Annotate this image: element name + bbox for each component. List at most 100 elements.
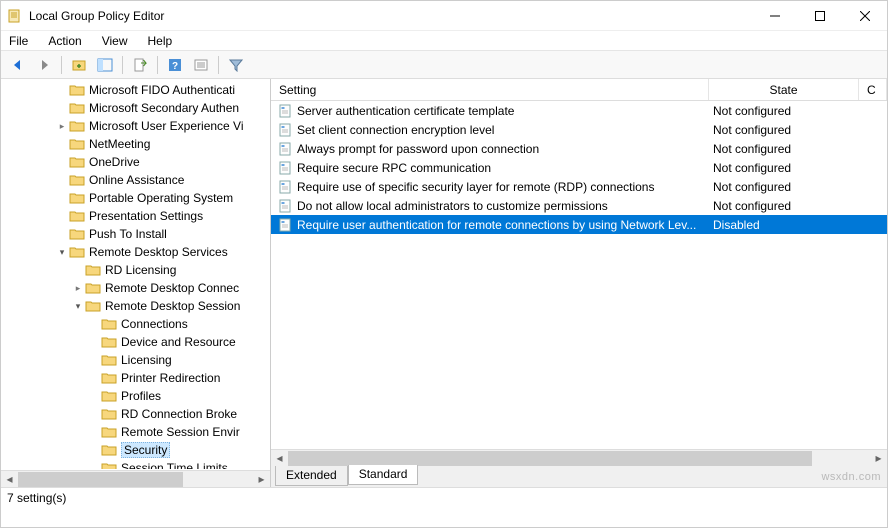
tree-item-label: Push To Install — [89, 227, 167, 241]
close-button[interactable] — [842, 1, 887, 31]
maximize-button[interactable] — [797, 1, 842, 31]
status-text: 7 setting(s) — [7, 491, 66, 505]
setting-name: Require use of specific security layer f… — [297, 180, 654, 194]
folder-icon — [101, 335, 117, 349]
tree-item[interactable]: Session Time Limits — [1, 459, 270, 469]
scroll-right-icon[interactable]: ▸ — [870, 451, 887, 466]
menu-file[interactable]: File — [7, 32, 30, 50]
folder-icon — [101, 353, 117, 367]
tab-standard[interactable]: Standard — [348, 465, 419, 485]
scrollbar-thumb[interactable] — [288, 451, 812, 466]
tree-item-label: OneDrive — [89, 155, 140, 169]
forward-button[interactable] — [33, 54, 55, 76]
tab-extended[interactable]: Extended — [275, 466, 348, 486]
settings-row[interactable]: Require user authentication for remote c… — [271, 215, 887, 234]
tree-item[interactable]: Push To Install — [1, 225, 270, 243]
tree-item[interactable]: Device and Resource — [1, 333, 270, 351]
tree-item-label: Profiles — [121, 389, 161, 403]
tree-caret-icon[interactable]: ▸ — [55, 121, 69, 132]
tree-caret-icon[interactable]: ▾ — [71, 301, 85, 312]
tree-item[interactable]: Online Assistance — [1, 171, 270, 189]
policy-icon — [279, 161, 293, 175]
properties-button[interactable] — [190, 54, 212, 76]
tree-item-label: Remote Desktop Services — [89, 245, 228, 259]
tree-item-label: NetMeeting — [89, 137, 150, 151]
back-button[interactable] — [7, 54, 29, 76]
show-hide-tree-button[interactable] — [94, 54, 116, 76]
export-button[interactable] — [129, 54, 151, 76]
settings-pane: Setting State C Server authentication ce… — [271, 79, 887, 487]
app-icon — [7, 8, 23, 24]
tree-scrollbar-horizontal[interactable]: ◂ ▸ — [1, 470, 270, 487]
tree-caret-icon[interactable]: ▸ — [71, 283, 85, 294]
policy-icon — [279, 142, 293, 156]
minimize-button[interactable] — [752, 1, 797, 31]
menu-action[interactable]: Action — [46, 32, 83, 50]
tree-item[interactable]: RD Licensing — [1, 261, 270, 279]
tree-item[interactable]: Microsoft FIDO Authenticati — [1, 81, 270, 99]
settings-row[interactable]: Do not allow local administrators to cus… — [271, 196, 887, 215]
tree-item-label: Printer Redirection — [121, 371, 220, 385]
folder-icon — [101, 317, 117, 331]
tree-item[interactable]: ▾ Remote Desktop Services — [1, 243, 270, 261]
tree-item[interactable]: ▾Remote Desktop Session — [1, 297, 270, 315]
settings-row[interactable]: Server authentication certificate templa… — [271, 101, 887, 120]
scrollbar-thumb[interactable] — [18, 472, 183, 487]
scroll-left-icon[interactable]: ◂ — [1, 472, 18, 487]
scroll-left-icon[interactable]: ◂ — [271, 451, 288, 466]
svg-text:?: ? — [172, 61, 178, 72]
tree-item[interactable]: OneDrive — [1, 153, 270, 171]
menu-view[interactable]: View — [100, 32, 130, 50]
tree-item[interactable]: Profiles — [1, 387, 270, 405]
filter-button[interactable] — [225, 54, 247, 76]
status-bar: 7 setting(s) — [1, 487, 887, 507]
help-button[interactable]: ? — [164, 54, 186, 76]
folder-icon — [101, 407, 117, 421]
navigation-tree[interactable]: Microsoft FIDO AuthenticatiMicrosoft Sec… — [1, 79, 270, 469]
tree-item[interactable]: ▸Remote Desktop Connec — [1, 279, 270, 297]
tree-item[interactable]: RD Connection Broke — [1, 405, 270, 423]
tree-item[interactable]: Microsoft Secondary Authen — [1, 99, 270, 117]
settings-row[interactable]: Require use of specific security layer f… — [271, 177, 887, 196]
toolbar-separator — [157, 56, 158, 74]
column-state[interactable]: State — [709, 79, 859, 100]
setting-name: Require user authentication for remote c… — [297, 218, 696, 232]
tree-item-label: RD Connection Broke — [121, 407, 237, 421]
tree-item[interactable]: Connections — [1, 315, 270, 333]
settings-list[interactable]: Server authentication certificate templa… — [271, 101, 887, 449]
tree-item[interactable]: Licensing — [1, 351, 270, 369]
tree-pane: Microsoft FIDO AuthenticatiMicrosoft Sec… — [1, 79, 271, 487]
tree-item-label: Remote Session Envir — [121, 425, 240, 439]
tree-caret-icon[interactable]: ▾ — [55, 247, 69, 258]
policy-icon — [279, 218, 293, 232]
policy-icon — [279, 180, 293, 194]
policy-icon — [279, 104, 293, 118]
list-header: Setting State C — [271, 79, 887, 101]
settings-row[interactable]: Require secure RPC communicationNot conf… — [271, 158, 887, 177]
column-setting[interactable]: Setting — [271, 79, 709, 100]
menu-help[interactable]: Help — [146, 32, 175, 50]
folder-icon — [69, 227, 85, 241]
column-comment[interactable]: C — [859, 79, 887, 100]
tree-item[interactable]: ▸Microsoft User Experience Vi — [1, 117, 270, 135]
tree-item[interactable]: Presentation Settings — [1, 207, 270, 225]
tree-item-label: Presentation Settings — [89, 209, 203, 223]
folder-icon — [101, 371, 117, 385]
folder-icon — [69, 209, 85, 223]
tree-item[interactable]: NetMeeting — [1, 135, 270, 153]
list-scrollbar-horizontal[interactable]: ◂ ▸ — [271, 449, 887, 466]
settings-row[interactable]: Always prompt for password upon connecti… — [271, 139, 887, 158]
up-button[interactable] — [68, 54, 90, 76]
scroll-right-icon[interactable]: ▸ — [253, 472, 270, 487]
setting-state: Not configured — [709, 180, 859, 194]
tree-item[interactable]: Portable Operating System — [1, 189, 270, 207]
setting-state: Not configured — [709, 104, 859, 118]
folder-icon — [101, 461, 117, 469]
folder-icon — [69, 101, 85, 115]
tree-item-label: Session Time Limits — [121, 461, 228, 469]
settings-row[interactable]: Set client connection encryption levelNo… — [271, 120, 887, 139]
toolbar: ? — [1, 51, 887, 79]
tree-item[interactable]: Printer Redirection — [1, 369, 270, 387]
tree-item[interactable]: Remote Session Envir — [1, 423, 270, 441]
tree-item[interactable]: Security — [1, 441, 270, 459]
